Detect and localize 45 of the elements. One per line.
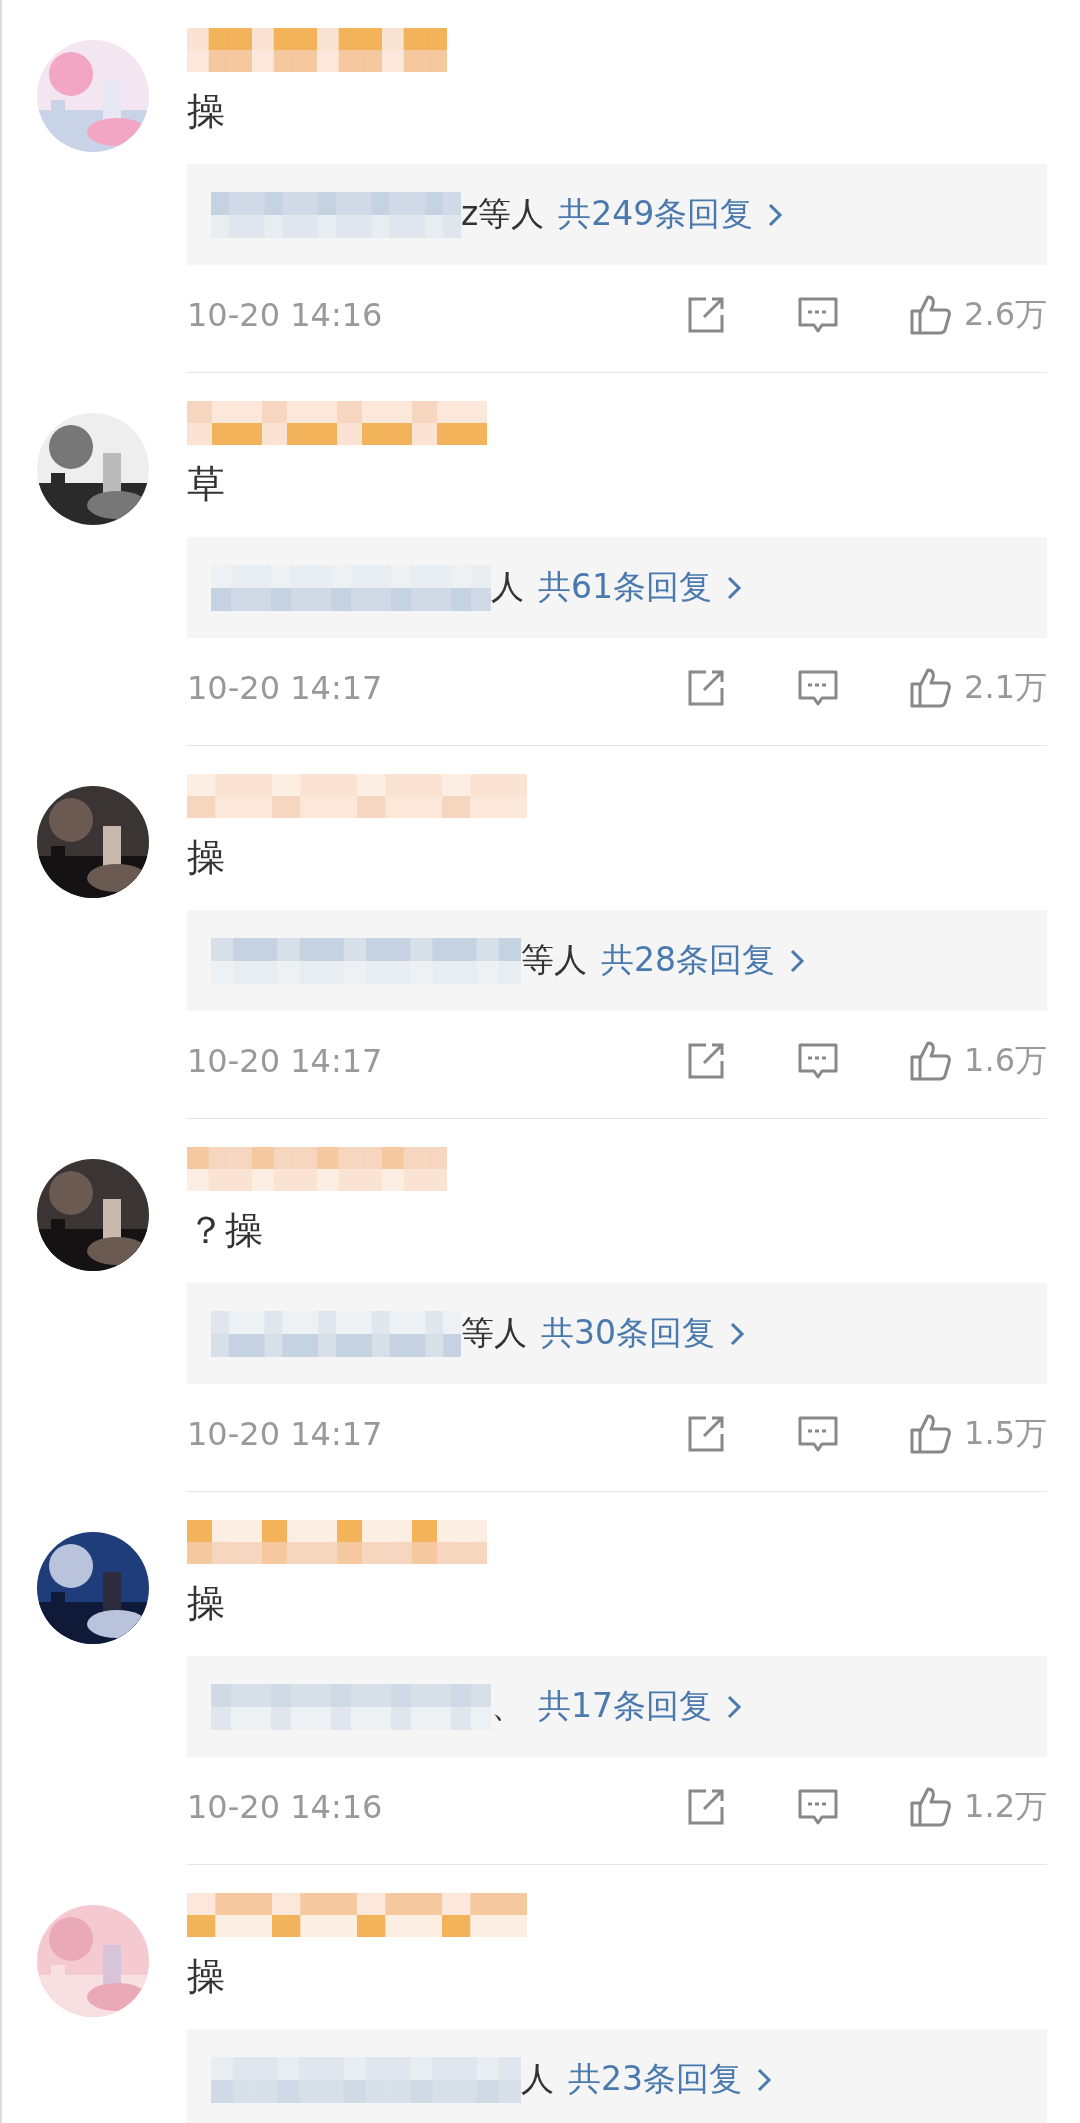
reply-preview[interactable]: 等人 共28条回复 [187, 910, 1047, 1011]
reply-count-link[interactable]: 共30条回复 [541, 1311, 745, 1356]
replier-text: 人 [521, 2058, 554, 2100]
comment-text: 草 [187, 461, 226, 508]
replier-text: 等人 [461, 1312, 527, 1354]
reply-count-link[interactable]: 共249条回复 [558, 192, 784, 237]
reply-preview[interactable]: 等人 共30条回复 [187, 1283, 1047, 1384]
comment-text: ？操 [187, 1207, 264, 1254]
timestamp: 10-20 14:17 [187, 1415, 384, 1453]
replier-text: 、 [491, 1685, 524, 1727]
like-count: 1.5万 [964, 1413, 1047, 1454]
timestamp: 10-20 14:17 [187, 1042, 384, 1080]
comment-text: 操 [187, 1953, 226, 2000]
replier-text: 等人 [521, 939, 587, 981]
reply-preview[interactable]: 人 共61条回复 [187, 537, 1047, 638]
like-count: 1.2万 [964, 1786, 1047, 1827]
like-count: 2.6万 [964, 294, 1047, 335]
replier-text: 人 [491, 566, 524, 608]
reply-count-link[interactable]: 共23条回复 [568, 2057, 772, 2102]
comment-text: 操 [187, 1580, 226, 1627]
chevron-icon [726, 574, 742, 601]
chevron-icon [767, 201, 784, 228]
reply-count-link[interactable]: 共17条回复 [538, 1684, 742, 1729]
thumbs-up-icon[interactable] [908, 1039, 953, 1083]
reply-count-link[interactable]: 共61条回复 [538, 565, 742, 610]
replier-text: z等人 [461, 193, 545, 235]
reply-preview[interactable]: z等人 共249条回复 [187, 164, 1047, 265]
thumbs-up-icon[interactable] [908, 1412, 953, 1456]
timestamp: 10-20 14:16 [187, 1788, 384, 1826]
chevron-icon [789, 947, 805, 974]
like-count: 2.1万 [964, 667, 1047, 708]
reply-preview[interactable]: 、 共17条回复 [187, 1656, 1047, 1757]
comment-text: 操 [187, 88, 226, 135]
timestamp: 10-20 14:17 [187, 669, 384, 707]
thumbs-up-icon[interactable] [908, 1785, 953, 1829]
thumbs-up-icon[interactable] [908, 293, 953, 337]
chevron-icon [756, 2066, 772, 2093]
chevron-icon [729, 1320, 745, 1347]
thumbs-up-icon[interactable] [908, 666, 953, 710]
reply-count-link[interactable]: 共28条回复 [601, 938, 805, 983]
timestamp: 10-20 14:16 [187, 296, 384, 334]
comment-text: 操 [187, 834, 226, 881]
reply-preview[interactable]: 人 共23条回复 [187, 2029, 1047, 2123]
chevron-icon [726, 1693, 742, 1720]
like-count: 1.6万 [964, 1040, 1047, 1081]
